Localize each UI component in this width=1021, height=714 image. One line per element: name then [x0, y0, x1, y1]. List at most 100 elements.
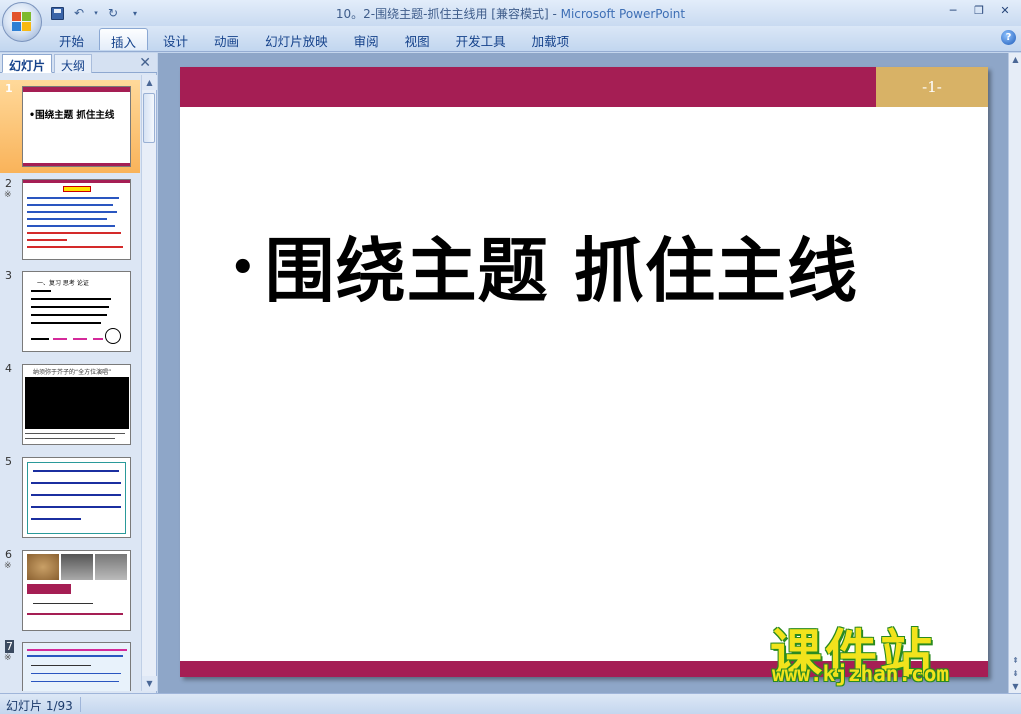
thumbnail-row[interactable]: 3 一、复习 思考 论证 [0, 267, 140, 357]
thumbnail-number: 2 [5, 177, 12, 190]
thumb-line [73, 338, 87, 340]
thumb-photo [27, 554, 59, 580]
thumb-line [31, 298, 111, 300]
thumb-line [31, 494, 121, 496]
status-bar: 幻灯片 1/93 [0, 693, 1021, 714]
tab-7[interactable]: 开发工具 [445, 28, 517, 50]
watermark-logo: 课件站 www.kjzhan.com [770, 612, 1002, 690]
maximize-button[interactable]: ❐ [967, 2, 991, 19]
thumbnail-slide-5[interactable] [22, 457, 131, 538]
thumbnail-row[interactable]: 1 •围绕主题 抓住主线 [0, 80, 140, 173]
editor-scrollbar[interactable]: ▲ ⇞ ⇟ ▼ [1008, 53, 1021, 693]
tab-3[interactable]: 动画 [203, 28, 250, 50]
prev-slide-icon[interactable]: ⇞ [1009, 654, 1021, 667]
tab-slides[interactable]: 幻灯片 [2, 54, 53, 73]
next-slide-icon[interactable]: ⇟ [1009, 667, 1021, 680]
thumbnail-slide-7[interactable] [22, 642, 131, 691]
pane-tabs: 幻灯片 大纲 ✕ [0, 53, 157, 73]
tab-0[interactable]: 开始 [48, 28, 95, 50]
thumb-line [27, 218, 107, 220]
thumbnail-number: 4 [5, 362, 12, 375]
thumb-line [27, 211, 117, 213]
thumbnail-row[interactable]: 2 ※ [0, 175, 140, 265]
title-bar: ↶ ▾ ↻ ▾ 10。2-围绕主题-抓住主线用 [兼容模式] - Microso… [0, 0, 1021, 26]
thumbnail-row[interactable]: 4 纳须弥于芥子的“全方位演唱” [0, 360, 140, 450]
restore-icon: ❐ [974, 4, 984, 17]
animation-star-icon: ※ [4, 190, 12, 200]
slide-canvas[interactable]: -1- • 围绕主题 抓住主线 [180, 67, 988, 677]
thumbnail-slide-2[interactable] [22, 179, 131, 260]
tab-4[interactable]: 幻灯片放映 [254, 28, 339, 50]
office-button[interactable] [2, 2, 42, 42]
thumb-photo [95, 554, 127, 580]
thumb-line [31, 482, 121, 484]
thumb-line [53, 338, 67, 340]
slide-counter: 幻灯片 1/93 [6, 699, 73, 713]
thumb-line [31, 338, 49, 340]
slide-title-text: 围绕主题 抓住主线 [264, 230, 858, 312]
minimize-icon: ─ [949, 4, 957, 17]
thumbnail-slide-6[interactable] [22, 550, 131, 631]
thumb-line [33, 470, 119, 472]
thumb-line [27, 655, 123, 657]
thumb-line [31, 518, 81, 520]
thumb-line [33, 603, 93, 604]
thumb-line [27, 649, 127, 651]
thumb-line [27, 204, 113, 206]
scrollbar-thumb[interactable] [143, 93, 155, 143]
video-placeholder [25, 377, 129, 429]
thumb-line [27, 239, 67, 241]
thumb-header-bar [23, 180, 130, 183]
thumb-label-box [27, 584, 71, 594]
thumbnail-row[interactable]: 5 [0, 453, 140, 543]
thumb-line [31, 322, 101, 324]
pane-close-icon[interactable]: ✕ [139, 55, 151, 71]
thumb-line [27, 246, 123, 248]
pane-scrollbar[interactable]: ▲ ▼ [141, 75, 157, 691]
thumb-line [27, 197, 119, 199]
tab-8[interactable]: 加载项 [521, 28, 581, 50]
thumb-line [31, 314, 107, 316]
thumb-line [31, 681, 119, 682]
thumb-line [27, 613, 123, 615]
scroll-down-icon[interactable]: ▼ [142, 676, 157, 691]
window-controls: ─ ❐ ✕ [941, 2, 1017, 19]
thumbnail-slide-4[interactable]: 纳须弥于芥子的“全方位演唱” [22, 364, 131, 445]
thumbnail-slide-1[interactable]: •围绕主题 抓住主线 [22, 86, 131, 167]
thumb-line [93, 338, 103, 340]
tab-1[interactable]: 插入 [99, 28, 149, 50]
slide-title[interactable]: • 围绕主题 抓住主线 [230, 215, 858, 316]
thumbnail-slide-3[interactable]: 一、复习 思考 论证 [22, 271, 131, 352]
tab-2[interactable]: 设计 [152, 28, 199, 50]
ribbon: 开始 插入 设计 动画 幻灯片放映 审阅 视图 开发工具 加载项 ? [0, 26, 1021, 52]
thumb-header-bar [23, 87, 130, 92]
thumb-line [31, 290, 51, 292]
slide-number: -1- [876, 67, 988, 107]
scroll-up-icon[interactable]: ▲ [142, 75, 157, 90]
thumbnail-number: 1 [5, 82, 13, 95]
thumbnail-row[interactable]: 7 ※ [0, 638, 140, 691]
scroll-up-icon[interactable]: ▲ [1009, 53, 1021, 66]
animation-star-icon: ※ [4, 653, 12, 663]
ribbon-tabs: 开始 插入 设计 动画 幻灯片放映 审阅 视图 开发工具 加载项 [48, 28, 584, 50]
thumb-line [27, 225, 115, 227]
close-button[interactable]: ✕ [993, 2, 1017, 19]
status-divider [80, 697, 81, 712]
thumb-line [31, 506, 121, 508]
thumb-line [25, 438, 115, 439]
animation-star-icon: ※ [4, 561, 12, 571]
tab-6[interactable]: 视图 [394, 28, 441, 50]
scroll-down-icon[interactable]: ▼ [1009, 680, 1021, 693]
thumb-title: •围绕主题 抓住主线 [29, 110, 115, 121]
watermark-url: www.kjzhan.com [772, 662, 950, 686]
tab-5[interactable]: 审阅 [343, 28, 390, 50]
thumbnail-number: 3 [5, 269, 12, 282]
thumb-title: 纳须弥于芥子的“全方位演唱” [33, 369, 112, 376]
tab-outline[interactable]: 大纲 [54, 54, 93, 73]
thumbnail-row[interactable]: 6 ※ [0, 546, 140, 636]
thumb-footer-bar [23, 163, 130, 166]
minimize-button[interactable]: ─ [941, 2, 965, 19]
help-icon[interactable]: ? [1001, 30, 1016, 45]
thumb-line [25, 433, 125, 434]
thumb-line [27, 232, 121, 234]
